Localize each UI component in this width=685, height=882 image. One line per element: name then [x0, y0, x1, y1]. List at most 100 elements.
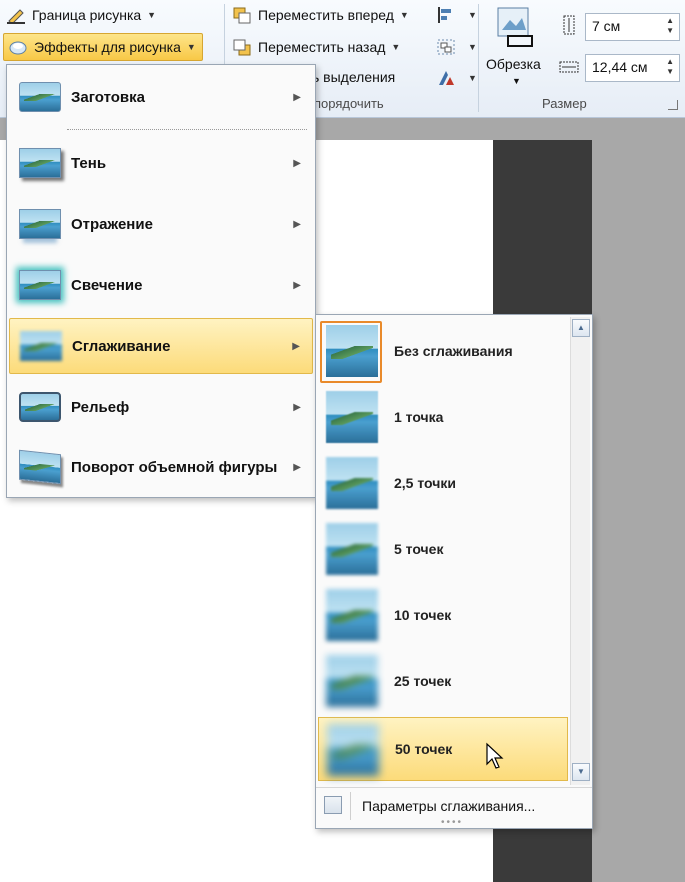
- menu-item-bevel[interactable]: Рельеф ▶: [9, 379, 313, 435]
- chevron-right-icon: ▶: [293, 279, 301, 291]
- soft-edge-label: 2,5 точки: [394, 475, 456, 491]
- crop-button[interactable]: Обрезка ▼: [486, 6, 546, 92]
- width-icon: [558, 56, 580, 78]
- crop-icon: [494, 6, 538, 50]
- send-backward-icon: [232, 38, 252, 56]
- submenu-scrollbar[interactable]: ▲ ▼: [570, 317, 590, 785]
- menu-item-3d-rotation[interactable]: Поворот объемной фигуры ▶: [9, 439, 313, 495]
- 3d-rotation-icon: [19, 449, 61, 485]
- bring-forward-icon: [232, 6, 252, 24]
- soft-edge-option[interactable]: 50 точек: [318, 717, 568, 781]
- soft-edge-label: 10 точек: [394, 607, 452, 623]
- align-button[interactable]: ▼: [436, 6, 477, 24]
- soft-edges-icon: [20, 331, 62, 361]
- send-backward-label: Переместить назад: [258, 39, 386, 55]
- soft-edge-option[interactable]: Без сглаживания: [318, 319, 568, 383]
- bring-forward-label: Переместить вперед: [258, 7, 394, 23]
- pencil-icon: [6, 6, 26, 25]
- selection-pane-button[interactable]: ь выделения: [312, 69, 395, 85]
- scroll-down-icon[interactable]: ▼: [572, 763, 590, 781]
- soft-edge-option[interactable]: 1 точка: [318, 385, 568, 449]
- reflection-icon: [19, 209, 61, 239]
- chevron-right-icon: ▶: [293, 91, 301, 103]
- chevron-right-icon: ▶: [293, 401, 301, 413]
- chevron-down-icon: ▼: [512, 76, 521, 86]
- resize-grip-icon[interactable]: ••••: [441, 817, 463, 828]
- soft-edge-preview: [326, 523, 378, 575]
- glow-icon: [19, 270, 61, 300]
- height-value: 7 см: [592, 18, 621, 34]
- shadow-icon: [19, 148, 61, 178]
- menu-item-label: Свечение: [71, 276, 143, 294]
- scroll-up-icon[interactable]: ▲: [572, 319, 590, 337]
- mouse-cursor-icon: [485, 742, 505, 770]
- picture-effects-button[interactable]: Эффекты для рисунка ▼: [3, 33, 203, 61]
- bevel-icon: [19, 392, 61, 422]
- rotate-button[interactable]: ▼: [436, 69, 477, 87]
- menu-item-label: Рельеф: [71, 398, 130, 416]
- menu-item-glow[interactable]: Свечение ▶: [9, 257, 313, 313]
- height-field[interactable]: 7 см ▲ ▼: [585, 13, 680, 41]
- align-icon: [436, 6, 456, 24]
- chevron-down-icon: ▼: [147, 10, 157, 20]
- soft-edge-label: 5 точек: [394, 541, 444, 557]
- options-icon: [324, 796, 342, 814]
- picture-effects-label: Эффекты для рисунка: [34, 39, 181, 55]
- group-icon: [436, 38, 456, 56]
- preset-icon: [19, 82, 61, 112]
- width-field[interactable]: 12,44 см ▲ ▼: [585, 54, 680, 82]
- soft-edge-preview: [327, 724, 379, 776]
- soft-edge-preview: [326, 391, 378, 443]
- chevron-down-icon: ▼: [468, 73, 477, 83]
- menu-item-label: Поворот объемной фигуры: [71, 458, 278, 476]
- soft-edge-preview: [326, 457, 378, 509]
- height-icon: [558, 14, 580, 36]
- menu-item-soft-edges[interactable]: Сглаживание ▶: [9, 318, 313, 374]
- spinner-arrows-icon[interactable]: ▲ ▼: [666, 16, 674, 36]
- picture-border-label: Граница рисунка: [32, 7, 142, 23]
- arrange-group-label: порядочить: [314, 96, 384, 111]
- chevron-down-icon: ▼: [468, 42, 477, 52]
- menu-separator: [67, 129, 307, 130]
- soft-edges-submenu: Без сглаживания 1 точка 2,5 точки 5 точе…: [315, 314, 593, 829]
- menu-item-preset[interactable]: Заготовка ▶: [9, 69, 313, 125]
- menu-item-label: Отражение: [71, 215, 153, 233]
- soft-edge-preview: [326, 655, 378, 707]
- group-button[interactable]: ▼: [436, 38, 477, 56]
- chevron-down-icon: ▼: [468, 10, 477, 20]
- size-group-label: Размер: [542, 96, 587, 111]
- menu-item-label: Сглаживание: [72, 337, 171, 355]
- chevron-down-icon: ▼: [186, 42, 196, 52]
- menu-item-label: Заготовка: [71, 88, 145, 106]
- picture-effects-menu: Заготовка ▶ Тень ▶ Отражение ▶ Свечение …: [6, 64, 316, 498]
- soft-edge-label: 1 точка: [394, 409, 444, 425]
- spinner-arrows-icon[interactable]: ▲ ▼: [666, 57, 674, 77]
- ribbon-separator: [478, 4, 479, 112]
- chevron-right-icon: ▶: [293, 461, 301, 473]
- chevron-down-icon: ▼: [391, 42, 401, 52]
- soft-edge-option[interactable]: 5 точек: [318, 517, 568, 581]
- soft-edge-option[interactable]: 2,5 точки: [318, 451, 568, 515]
- menu-separator: [350, 792, 351, 820]
- menu-item-label: Тень: [71, 154, 107, 172]
- soft-edges-options-label: Параметры сглаживания...: [362, 797, 536, 814]
- soft-edge-option[interactable]: 10 точек: [318, 583, 568, 647]
- soft-edge-label: Без сглаживания: [394, 343, 513, 359]
- crop-label: Обрезка: [486, 56, 541, 72]
- menu-item-reflection[interactable]: Отражение ▶: [9, 196, 313, 252]
- chevron-right-icon: ▶: [292, 340, 300, 352]
- soft-edge-option[interactable]: 25 точек: [318, 649, 568, 713]
- width-value: 12,44 см: [592, 59, 648, 75]
- menu-item-shadow[interactable]: Тень ▶: [9, 135, 313, 191]
- send-backward-button[interactable]: Переместить назад ▼: [232, 38, 400, 56]
- selection-pane-label: ь выделения: [312, 69, 396, 85]
- dialog-launcher-icon[interactable]: [668, 100, 678, 110]
- no-soft-edges-preview: [326, 325, 378, 377]
- picture-effects-icon: [8, 38, 28, 56]
- chevron-right-icon: ▶: [293, 157, 301, 169]
- rotate-icon: [436, 69, 456, 87]
- bring-forward-button[interactable]: Переместить вперед ▼: [232, 6, 409, 24]
- soft-edge-preview: [326, 589, 378, 641]
- soft-edge-label: 50 точек: [395, 741, 453, 757]
- picture-border-button[interactable]: Граница рисунка ▼: [6, 6, 157, 25]
